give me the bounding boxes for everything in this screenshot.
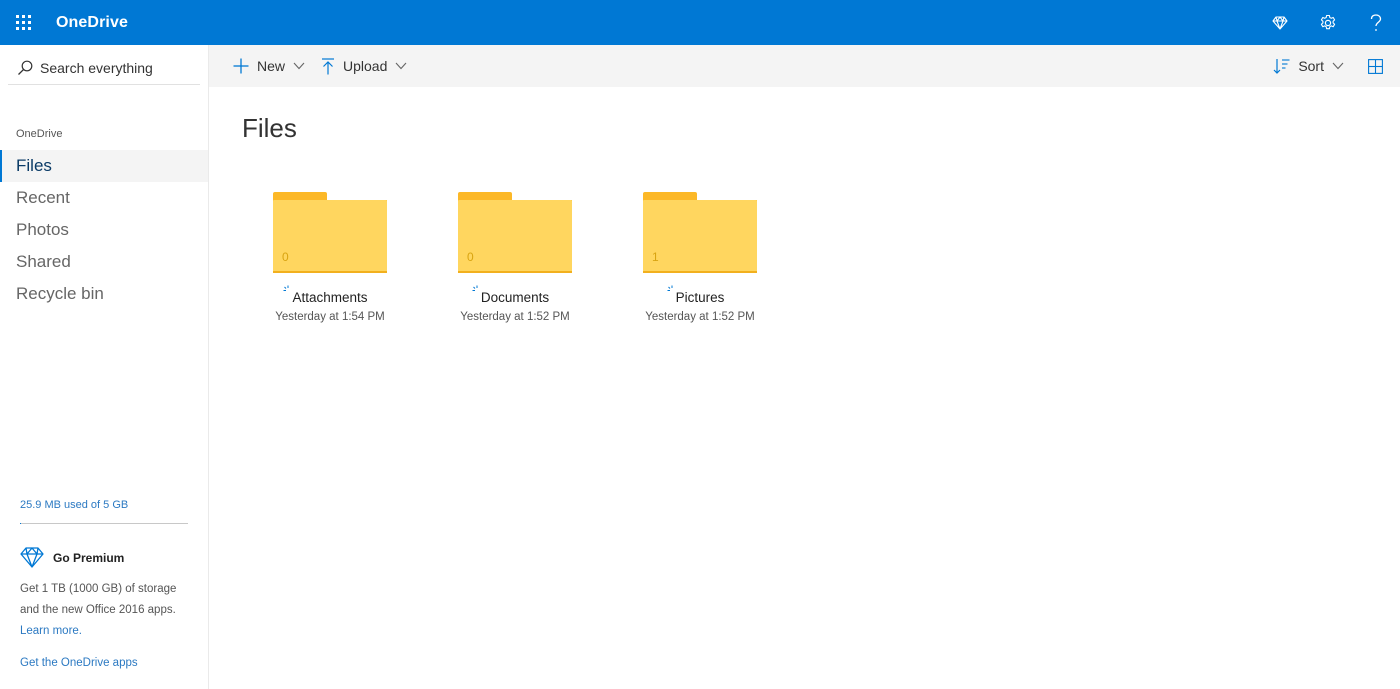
go-premium-title: Go Premium bbox=[53, 550, 125, 565]
folder-tile-documents[interactable]: 0 Documents Yesterday at 1:52 PM bbox=[450, 185, 580, 323]
nav-list: Files Recent Photos Shared Recycle bin bbox=[0, 150, 208, 310]
folder-tile-attachments[interactable]: 0 Attachments Yesterday at 1:54 PM bbox=[265, 185, 395, 323]
get-apps-link[interactable]: Get the OneDrive apps bbox=[20, 657, 138, 669]
chevron-down-icon bbox=[395, 62, 407, 70]
nav-item-recent[interactable]: Recent bbox=[0, 182, 208, 214]
nav-heading: OneDrive bbox=[16, 128, 63, 140]
premium-description: Get 1 TB (1000 GB) of storage and the ne… bbox=[20, 579, 192, 642]
sort-button[interactable]: Sort bbox=[1267, 45, 1350, 87]
grid-view-icon bbox=[1367, 58, 1383, 74]
chevron-down-icon bbox=[293, 62, 305, 70]
diamond-icon bbox=[20, 547, 44, 568]
folder-name-text: Documents bbox=[480, 290, 550, 305]
new-button-label: New bbox=[257, 58, 286, 74]
upload-button-label: Upload bbox=[343, 58, 388, 74]
upload-button[interactable]: Upload bbox=[315, 45, 413, 87]
help-button[interactable] bbox=[1352, 0, 1400, 45]
folder-item-count: 0 bbox=[282, 250, 289, 264]
search-icon bbox=[18, 60, 33, 75]
premium-button[interactable] bbox=[1256, 0, 1304, 45]
folder-modified-date: Yesterday at 1:52 PM bbox=[460, 311, 570, 323]
upload-arrow-icon bbox=[322, 57, 335, 74]
app-launcher-button[interactable] bbox=[0, 0, 46, 45]
learn-more-link[interactable]: Learn more. bbox=[20, 625, 82, 637]
search-box[interactable]: Search everything bbox=[8, 51, 200, 85]
nav-item-shared[interactable]: Shared bbox=[0, 246, 208, 278]
plus-icon bbox=[233, 58, 249, 74]
top-bar: OneDrive bbox=[0, 0, 1400, 45]
new-button[interactable]: New bbox=[227, 45, 311, 87]
folder-item-count: 0 bbox=[467, 250, 474, 264]
folder-modified-date: Yesterday at 1:54 PM bbox=[275, 311, 385, 323]
nav-item-recycle-bin[interactable]: Recycle bin bbox=[0, 278, 208, 310]
folder-name-text: Pictures bbox=[675, 290, 725, 305]
search-input[interactable]: Search everything bbox=[40, 60, 153, 76]
folder-name-text: Attachments bbox=[292, 290, 368, 305]
folder-icon: 0 bbox=[273, 185, 387, 275]
premium-description-text: Get 1 TB (1000 GB) of storage and the ne… bbox=[20, 583, 177, 616]
sync-spinner-icon bbox=[667, 285, 673, 291]
sort-icon bbox=[1273, 59, 1290, 74]
folder-modified-date: Yesterday at 1:52 PM bbox=[645, 311, 755, 323]
sync-spinner-icon bbox=[472, 285, 478, 291]
nav-item-photos[interactable]: Photos bbox=[0, 214, 208, 246]
storage-usage-link[interactable]: 25.9 MB used of 5 GB bbox=[20, 499, 128, 511]
chevron-down-icon bbox=[1332, 62, 1344, 70]
help-icon bbox=[1370, 13, 1382, 31]
sort-button-label: Sort bbox=[1298, 58, 1324, 74]
storage-progress-bar bbox=[20, 523, 188, 524]
page-title: Files bbox=[242, 113, 297, 143]
view-switch-button[interactable] bbox=[1350, 45, 1400, 87]
folder-name[interactable]: Pictures bbox=[667, 285, 725, 305]
go-premium[interactable]: Go Premium bbox=[20, 547, 124, 568]
folder-icon: 0 bbox=[458, 185, 572, 275]
diamond-icon bbox=[1272, 15, 1288, 30]
settings-gear-icon bbox=[1320, 14, 1336, 29]
waffle-icon bbox=[15, 15, 31, 30]
settings-button[interactable] bbox=[1304, 0, 1352, 45]
command-bar: New Upload Sort bbox=[209, 45, 1400, 87]
app-title[interactable]: OneDrive bbox=[56, 14, 128, 32]
folder-tile-pictures[interactable]: 1 Pictures Yesterday at 1:52 PM bbox=[635, 185, 765, 323]
folder-name[interactable]: Documents bbox=[472, 285, 550, 305]
nav-item-files[interactable]: Files bbox=[0, 150, 208, 182]
sync-spinner-icon bbox=[283, 285, 289, 291]
folder-grid: 0 Attachments Yesterday at 1:54 PM 0 Doc… bbox=[265, 185, 820, 323]
sidebar: Search everything OneDrive Files Recent … bbox=[0, 45, 209, 689]
folder-item-count: 1 bbox=[652, 250, 659, 264]
folder-name[interactable]: Attachments bbox=[283, 285, 368, 305]
folder-icon: 1 bbox=[643, 185, 757, 275]
storage-progress-fill bbox=[20, 523, 21, 524]
